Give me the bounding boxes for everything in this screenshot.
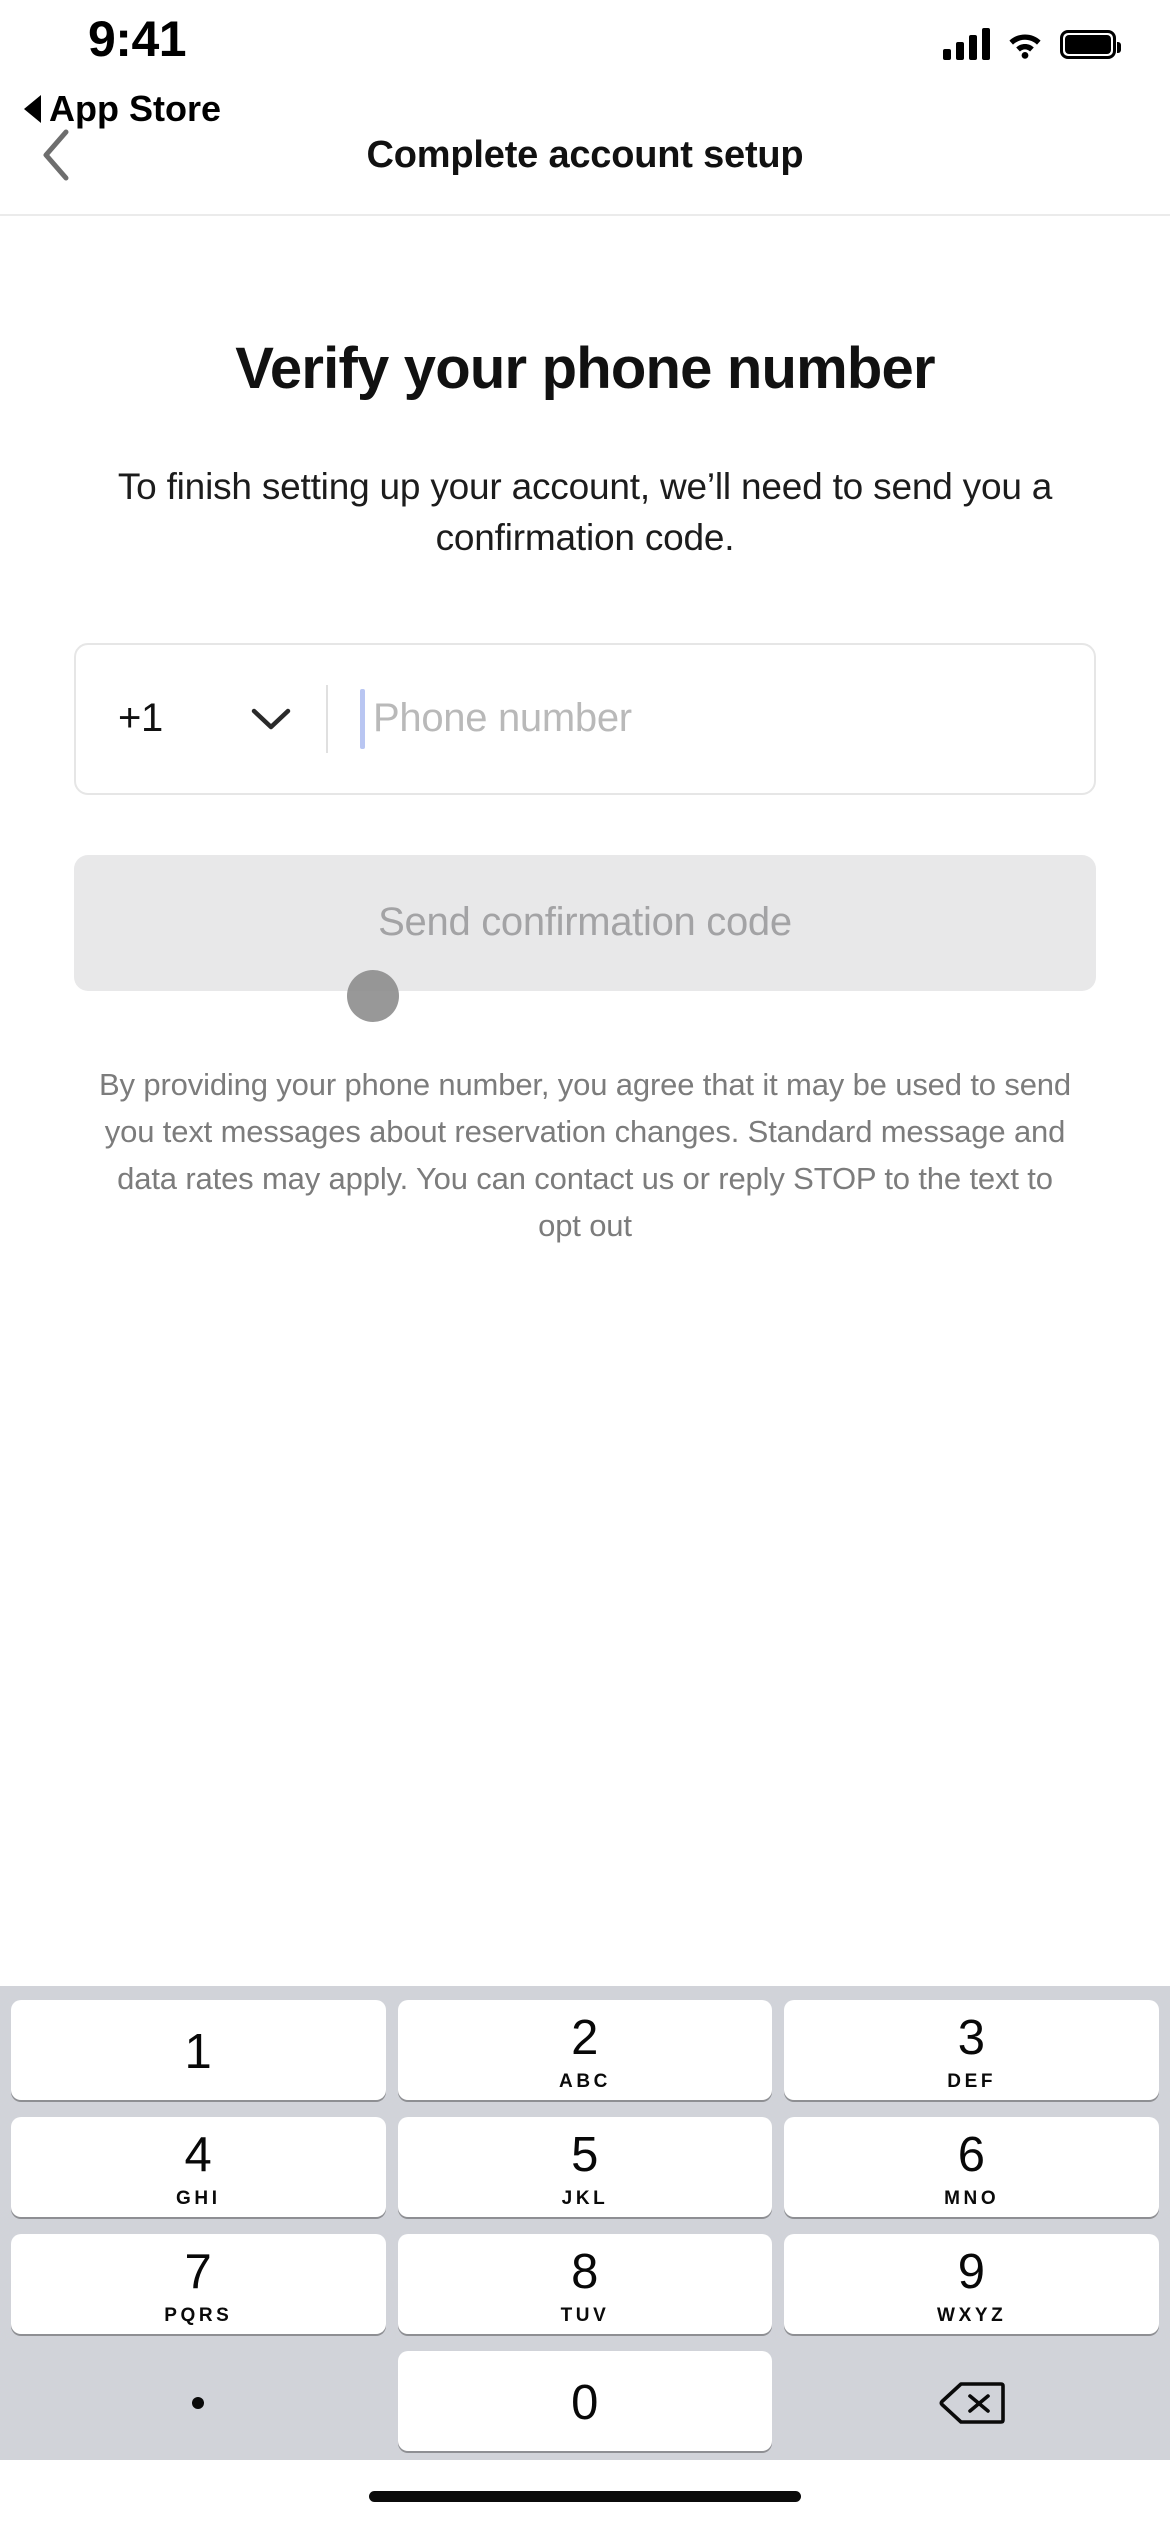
battery-icon xyxy=(1060,29,1121,59)
keypad-key-5[interactable]: 5 JKL xyxy=(397,2117,773,2217)
keypad-letters: WXYZ xyxy=(937,2304,1007,2326)
keypad-key-2[interactable]: 2 ABC xyxy=(397,2000,773,2100)
phone-number-placeholder: Phone number xyxy=(373,696,632,741)
keypad-row: 7 PQRS 8 TUV 9 WXYZ xyxy=(5,2234,1165,2334)
status-bar-indicators xyxy=(943,28,1121,60)
keypad-row: 0 xyxy=(5,2351,1165,2451)
keypad-key-8[interactable]: 8 TUV xyxy=(397,2234,773,2334)
back-button[interactable] xyxy=(18,117,94,193)
keypad-digit: 1 xyxy=(184,2024,213,2079)
backspace-icon xyxy=(939,2382,1005,2424)
keypad-letters: GHI xyxy=(176,2187,221,2209)
keypad-digit: 8 xyxy=(571,2244,599,2299)
keypad-letters: PQRS xyxy=(164,2304,233,2326)
chevron-down-icon xyxy=(251,708,291,730)
keypad-digit: 9 xyxy=(957,2244,986,2299)
numeric-keypad: 1 2 ABC 3 DEF 4 GHI 5 JKL 6 MNO 7 PQRS 8… xyxy=(0,1986,1170,2460)
keypad-key-delete[interactable] xyxy=(784,2351,1159,2451)
main-content: Verify your phone number To finish setti… xyxy=(0,216,1170,1986)
chevron-left-icon xyxy=(43,129,69,181)
keypad-digit: 4 xyxy=(184,2127,213,2182)
navigation-bar: Complete account setup xyxy=(0,96,1170,216)
keypad-key-7[interactable]: 7 PQRS xyxy=(11,2234,386,2334)
keypad-key-9[interactable]: 9 WXYZ xyxy=(784,2234,1160,2334)
status-bar: 9:41 App Store xyxy=(0,0,1170,129)
keypad-digit: 6 xyxy=(957,2127,986,2182)
keypad-letters: ABC xyxy=(559,2070,611,2092)
keypad-letters: JKL xyxy=(561,2187,609,2209)
keypad-digit: 3 xyxy=(957,2010,986,2065)
keypad-digit: 0 xyxy=(571,2375,599,2430)
phone-number-input[interactable]: Phone number xyxy=(328,645,1094,793)
keypad-letters: DEF xyxy=(947,2070,997,2092)
headline: Verify your phone number xyxy=(235,336,935,401)
keypad-key-1[interactable]: 1 xyxy=(11,2000,386,2100)
keypad-key-3[interactable]: 3 DEF xyxy=(784,2000,1160,2100)
text-cursor xyxy=(360,688,365,749)
country-code-select[interactable]: +1 xyxy=(76,645,326,793)
country-code-value: +1 xyxy=(118,696,164,741)
cellular-signal-icon xyxy=(943,28,990,60)
keypad-key-6[interactable]: 6 MNO xyxy=(784,2117,1160,2217)
legal-disclaimer-text: By providing your phone number, you agre… xyxy=(99,1066,1071,1244)
keypad-row: 1 2 ABC 3 DEF xyxy=(5,2000,1165,2100)
page-title: Complete account setup xyxy=(366,133,804,176)
keypad-letters: MNO xyxy=(944,2187,1000,2209)
keypad-digit: 7 xyxy=(184,2244,213,2299)
keypad-letters: TUV xyxy=(560,2304,610,2326)
keypad-key-period[interactable] xyxy=(11,2351,386,2451)
home-indicator-area xyxy=(0,2460,1170,2532)
keypad-key-0[interactable]: 0 xyxy=(397,2351,773,2451)
phone-number-field[interactable]: +1 Phone number xyxy=(74,642,1096,795)
period-icon xyxy=(192,2397,205,2409)
phone-screen: 9:41 App Store Complete account setup Ve… xyxy=(0,0,1170,2532)
keypad-row: 4 GHI 5 JKL 6 MNO xyxy=(5,2117,1165,2217)
subtext: To finish setting up your account, we’ll… xyxy=(117,465,1053,558)
status-bar-time: 9:41 xyxy=(88,11,187,67)
send-confirmation-code-button[interactable]: Send confirmation code xyxy=(74,854,1096,991)
home-indicator[interactable] xyxy=(369,2490,801,2502)
keypad-digit: 2 xyxy=(571,2010,599,2065)
keypad-digit: 5 xyxy=(571,2127,599,2182)
wifi-icon xyxy=(1009,34,1041,59)
keypad-key-4[interactable]: 4 GHI xyxy=(11,2117,386,2217)
